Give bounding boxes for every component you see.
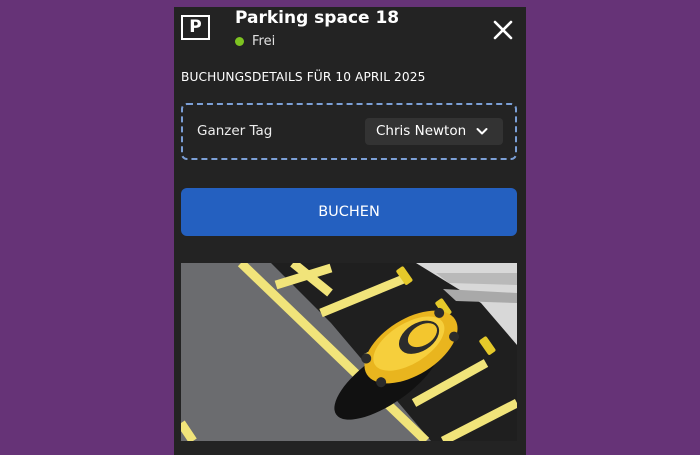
parking-icon: P [181,15,210,40]
booking-details-heading: BUCHUNGSDETAILS FÜR 10 APRIL 2025 [181,70,426,84]
space-title: Parking space 18 [235,8,400,28]
parking-space-photo [181,263,517,441]
status-text: Frei [252,34,276,49]
status-indicator: Frei [235,34,275,49]
chevron-down-icon [476,128,488,135]
close-icon [493,20,513,40]
book-button[interactable]: BUCHEN [181,188,517,236]
duration-label: Ganzer Tag [197,123,273,139]
close-button[interactable] [492,19,514,41]
status-dot-icon [235,37,244,46]
selected-user-label: Chris Newton [376,123,467,139]
booking-option-row: Ganzer Tag Chris Newton [181,103,517,160]
parking-space-panel: P Parking space 18 Frei BUCHUNGSDETAILS … [174,7,526,455]
user-select[interactable]: Chris Newton [365,118,503,145]
